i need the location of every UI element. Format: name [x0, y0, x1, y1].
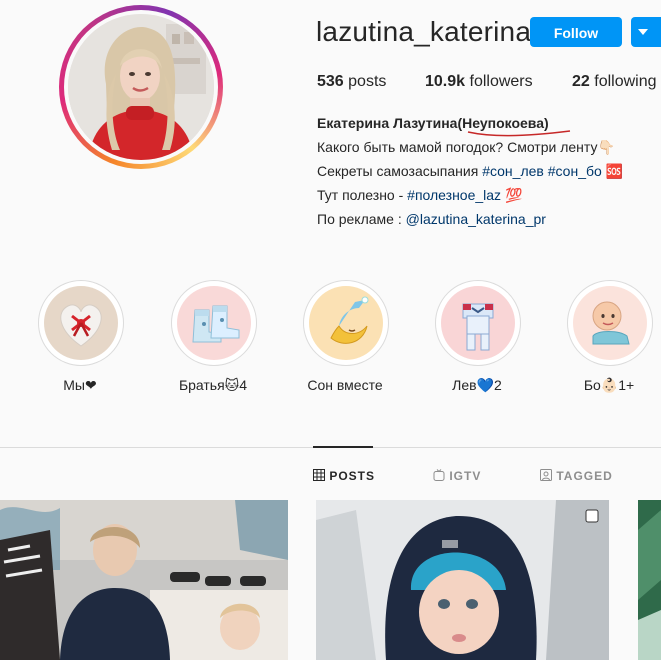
tagged-icon	[540, 469, 552, 481]
heart-gift-icon	[44, 286, 118, 360]
bio-line-4: По рекламе : @lazutina_katerina_pr	[317, 211, 546, 227]
baby-booties-icon	[177, 286, 251, 360]
post-thumbnail[interactable]	[638, 500, 661, 660]
post-thumbnail[interactable]	[0, 500, 288, 660]
name-underline-annotation	[467, 130, 571, 137]
profile-username: lazutina_katerina	[316, 16, 532, 47]
avatar-photo	[68, 14, 214, 160]
following-link[interactable]: 22 following	[572, 73, 657, 91]
hashtag-link[interactable]: #полезное_laz	[407, 187, 501, 203]
igtv-icon	[433, 469, 445, 481]
hashtag-link[interactable]: #сон_лев	[482, 163, 544, 179]
profile-avatar[interactable]	[59, 5, 223, 169]
post-thumbnail[interactable]	[316, 500, 609, 660]
sleeping-moon-icon	[309, 286, 383, 360]
tab-tagged[interactable]: TAGGED	[540, 469, 613, 483]
bio-line-2: Секреты самозасыпания #сон_лев #сон_бо 🆘	[317, 163, 624, 179]
bio-line-3: Тут полезно - #полезное_laz 💯	[317, 187, 523, 203]
highlight-label[interactable]: Сон вместе	[285, 377, 405, 393]
highlight-label[interactable]: Лев💙2	[417, 377, 537, 394]
posts-count: 536 posts	[317, 73, 387, 90]
bio-line-1: Какого быть мамой погодок? Смотри ленту👇…	[317, 139, 615, 155]
followers-link[interactable]: 10.9k followers	[425, 73, 533, 91]
tab-igtv[interactable]: IGTV	[433, 469, 481, 483]
multi-post-icon	[585, 509, 599, 523]
highlight-label[interactable]: Братья🐱4	[153, 377, 273, 394]
baby-overalls-icon	[441, 286, 515, 360]
highlight-item[interactable]	[38, 280, 124, 366]
highlight-item[interactable]	[171, 280, 257, 366]
active-tab-indicator	[313, 446, 373, 448]
grid-icon	[313, 469, 325, 481]
highlight-label[interactable]: Бо👶🏻1+	[549, 377, 661, 394]
chevron-down-icon	[638, 29, 648, 35]
highlight-label[interactable]: Мы❤	[20, 377, 140, 394]
highlight-item[interactable]	[435, 280, 521, 366]
mention-link[interactable]: @lazutina_katerina_pr	[406, 211, 546, 227]
follow-button[interactable]: Follow	[530, 17, 622, 47]
baby-crawling-icon	[573, 286, 647, 360]
tab-posts[interactable]: POSTS	[313, 469, 375, 483]
more-options-button[interactable]	[631, 17, 661, 47]
highlight-item[interactable]	[303, 280, 389, 366]
hashtag-link[interactable]: #сон_бо	[548, 163, 602, 179]
highlight-item[interactable]	[567, 280, 653, 366]
